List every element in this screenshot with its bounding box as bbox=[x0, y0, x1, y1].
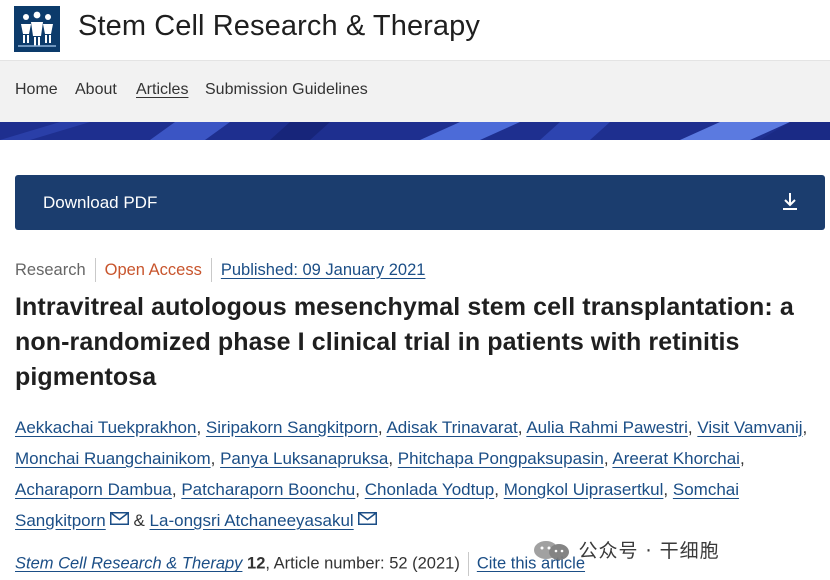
email-icon[interactable] bbox=[109, 512, 129, 525]
download-pdf-button[interactable]: Download PDF bbox=[15, 175, 825, 230]
open-access-badge: Open Access bbox=[104, 260, 202, 279]
author-link[interactable]: La-ongsri Atchaneeyasakul bbox=[150, 511, 354, 530]
email-icon[interactable] bbox=[357, 512, 377, 525]
author-list: Aekkachai Tuekprakhon, Siripakorn Sangki… bbox=[15, 418, 808, 530]
nav-item-submission-guidelines[interactable]: Submission Guidelines bbox=[205, 81, 368, 99]
article-meta: Research Open Access Published: 09 January… bbox=[15, 258, 425, 282]
download-icon bbox=[783, 193, 797, 210]
wechat-icon bbox=[534, 540, 569, 560]
author-link[interactable]: Aulia Rahmi Pawestri bbox=[526, 418, 688, 437]
nav-item-about[interactable]: About bbox=[75, 81, 117, 99]
author-link[interactable]: Patcharaporn Boonchu bbox=[181, 480, 355, 499]
journal-title[interactable]: Stem Cell Research & Therapy bbox=[78, 10, 480, 43]
citation-journal-link[interactable]: Stem Cell Research & Therapy bbox=[15, 554, 242, 572]
citation-article-info: , Article number: 52 (2021) bbox=[265, 554, 460, 573]
author-link[interactable]: Mongkol Uiprasertkul bbox=[504, 480, 664, 499]
author-link[interactable]: Chonlada Yodtup bbox=[365, 480, 495, 499]
download-pdf-label: Download PDF bbox=[43, 193, 158, 212]
site-header: Stem Cell Research & Therapy bbox=[0, 0, 830, 60]
citation-volume: 12 bbox=[247, 554, 266, 573]
citation-divider bbox=[467, 552, 469, 576]
author-link[interactable]: Siripakorn Sangkitporn bbox=[206, 418, 378, 437]
author-link[interactable]: Phitchapa Pongpaksupasin bbox=[398, 449, 604, 468]
meta-divider bbox=[94, 258, 96, 282]
meta-divider bbox=[210, 258, 212, 282]
author-link[interactable]: Aekkachai Tuekprakhon bbox=[15, 418, 196, 437]
people-group-logo-icon[interactable] bbox=[14, 6, 60, 52]
decorative-banner bbox=[0, 122, 830, 140]
wechat-watermark: 公众号 · 干细胞 bbox=[532, 536, 720, 562]
nav-item-home[interactable]: Home bbox=[15, 81, 58, 99]
author-link[interactable]: Panya Luksanapruksa bbox=[220, 449, 388, 468]
author-link[interactable]: Visit Vamvanij bbox=[697, 418, 802, 437]
article-type: Research bbox=[15, 260, 86, 279]
author-link[interactable]: Adisak Trinavarat bbox=[386, 418, 517, 437]
main-nav: Home About Articles Submission Guideline… bbox=[0, 60, 830, 122]
citation-line: Stem Cell Research & Therapy 12, Article… bbox=[15, 552, 585, 576]
author-link[interactable]: Acharaporn Dambua bbox=[15, 480, 172, 499]
published-date-link[interactable]: Published: 09 January 2021 bbox=[221, 261, 426, 280]
author-link[interactable]: Areerat Khorchai bbox=[612, 449, 740, 468]
watermark-text: 公众号 · 干细胞 bbox=[578, 540, 720, 562]
article-title: Intravitreal autologous mesenchymal stem… bbox=[15, 293, 794, 391]
nav-item-articles[interactable]: Articles bbox=[136, 81, 188, 99]
author-link[interactable]: Monchai Ruangchainikom bbox=[15, 449, 211, 468]
